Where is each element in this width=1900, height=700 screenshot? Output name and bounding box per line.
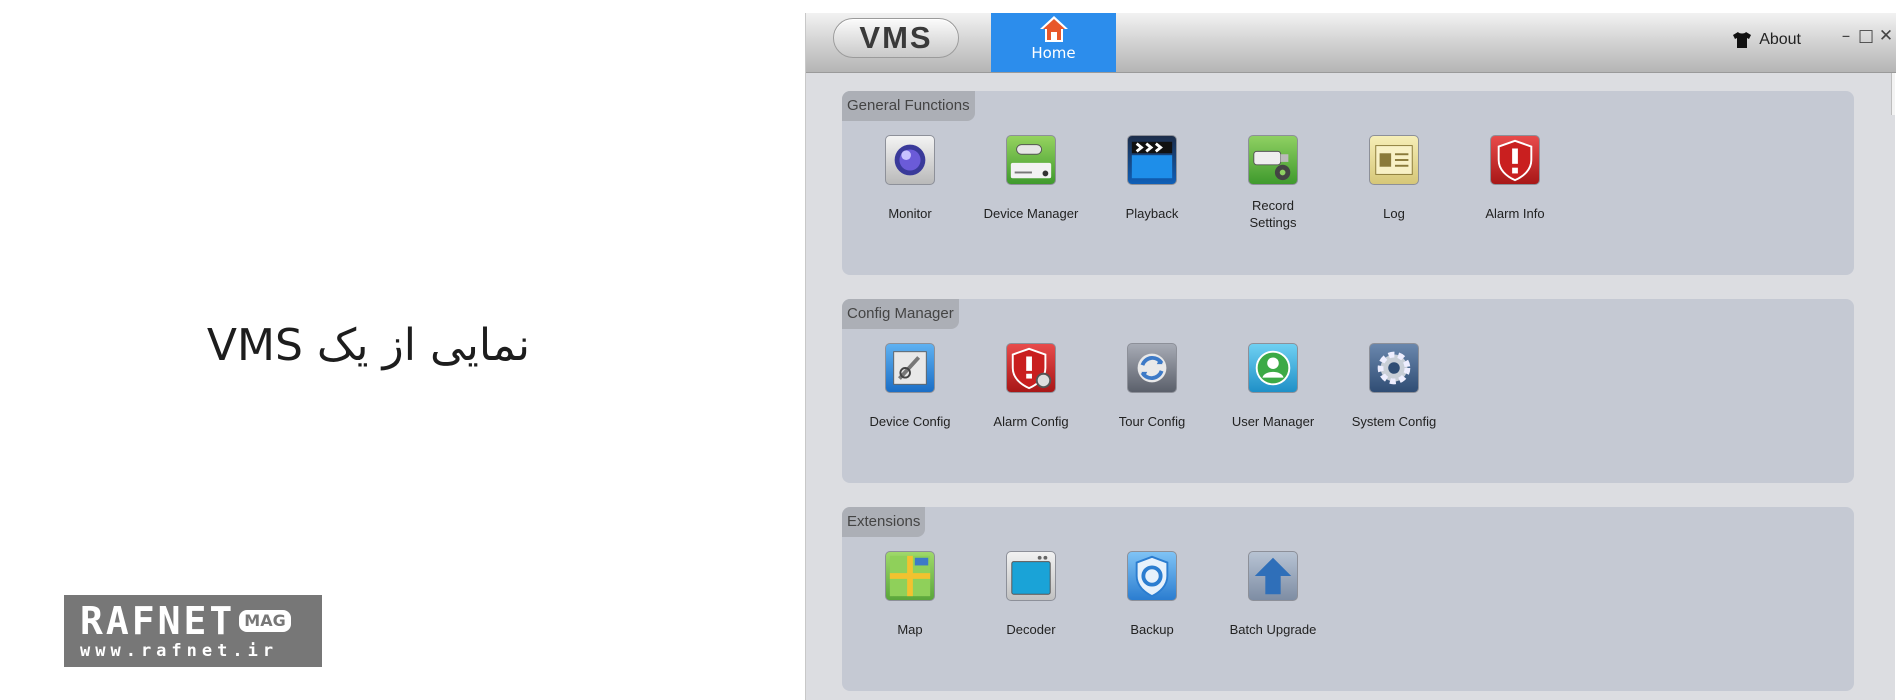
item-tour-config[interactable]: Tour Config [1092, 343, 1212, 430]
item-device-manager[interactable]: Device Manager [971, 135, 1091, 222]
item-log[interactable]: Log [1334, 135, 1454, 222]
item-monitor[interactable]: Monitor [850, 135, 970, 222]
watermark-url: www.rafnet.ir [80, 641, 279, 661]
section-title: Extensions [842, 507, 926, 537]
device-config-icon [885, 343, 935, 393]
about-label: About [1759, 31, 1801, 48]
watermark-badge: MAG [239, 610, 291, 632]
decoder-icon [1006, 551, 1056, 601]
vms-logo: VMS [833, 18, 959, 58]
home-icon [1039, 16, 1068, 42]
item-batch-upgrade[interactable]: Batch Upgrade [1213, 551, 1333, 638]
maximize-icon[interactable]: □ [1856, 26, 1876, 46]
close-icon[interactable]: ✕ [1876, 26, 1896, 46]
item-backup[interactable]: Backup [1092, 551, 1212, 638]
page-caption: نمایی از یک VMS [206, 320, 530, 371]
section-general-functions: General Functions Monitor Device Manager [842, 91, 1854, 275]
record-settings-icon [1248, 135, 1298, 185]
batch-upgrade-arrow-icon [1248, 551, 1298, 601]
vms-window: VMS Home About – □ ✕ General Functions M… [805, 13, 1896, 700]
system-config-gear-icon [1369, 343, 1419, 393]
section-extensions: Extensions Map Decoder Backup Batch Upgr… [842, 507, 1854, 691]
section-config-manager: Config Manager Device Config Alarm Confi… [842, 299, 1854, 483]
about-button[interactable]: About [1733, 28, 1801, 52]
alarm-config-icon [1006, 343, 1056, 393]
item-alarm-info[interactable]: Alarm Info [1455, 135, 1575, 222]
item-device-config[interactable]: Device Config [850, 343, 970, 430]
user-manager-icon [1248, 343, 1298, 393]
section-title: General Functions [842, 91, 975, 121]
alarm-shield-icon [1490, 135, 1540, 185]
section-title: Config Manager [842, 299, 959, 329]
monitor-camera-icon [885, 135, 935, 185]
item-user-manager[interactable]: User Manager [1213, 343, 1333, 430]
item-map[interactable]: Map [850, 551, 970, 638]
item-record-settings[interactable]: Record Settings [1213, 135, 1333, 231]
playback-clapper-icon [1127, 135, 1177, 185]
rafnet-watermark-logo: RAFNET MAG www.rafnet.ir [64, 595, 322, 667]
tab-home[interactable]: Home [991, 13, 1116, 72]
backup-icon [1127, 551, 1177, 601]
shirt-icon [1733, 32, 1752, 48]
item-system-config[interactable]: System Config [1334, 343, 1454, 430]
page: نمایی از یک VMS RAFNET MAG www.rafnet.ir… [0, 0, 1900, 700]
window-controls: – □ ✕ [1836, 26, 1896, 46]
scrollbar[interactable] [1891, 73, 1895, 115]
item-playback[interactable]: Playback [1092, 135, 1212, 222]
item-alarm-config[interactable]: Alarm Config [971, 343, 1091, 430]
log-icon [1369, 135, 1419, 185]
title-bar: VMS Home About – □ ✕ [806, 13, 1896, 73]
tab-home-label: Home [1031, 44, 1076, 62]
map-icon [885, 551, 935, 601]
minimize-icon[interactable]: – [1836, 26, 1856, 46]
tour-config-icon [1127, 343, 1177, 393]
item-decoder[interactable]: Decoder [971, 551, 1091, 638]
device-manager-icon [1006, 135, 1056, 185]
watermark-main: RAFNET [80, 599, 236, 643]
